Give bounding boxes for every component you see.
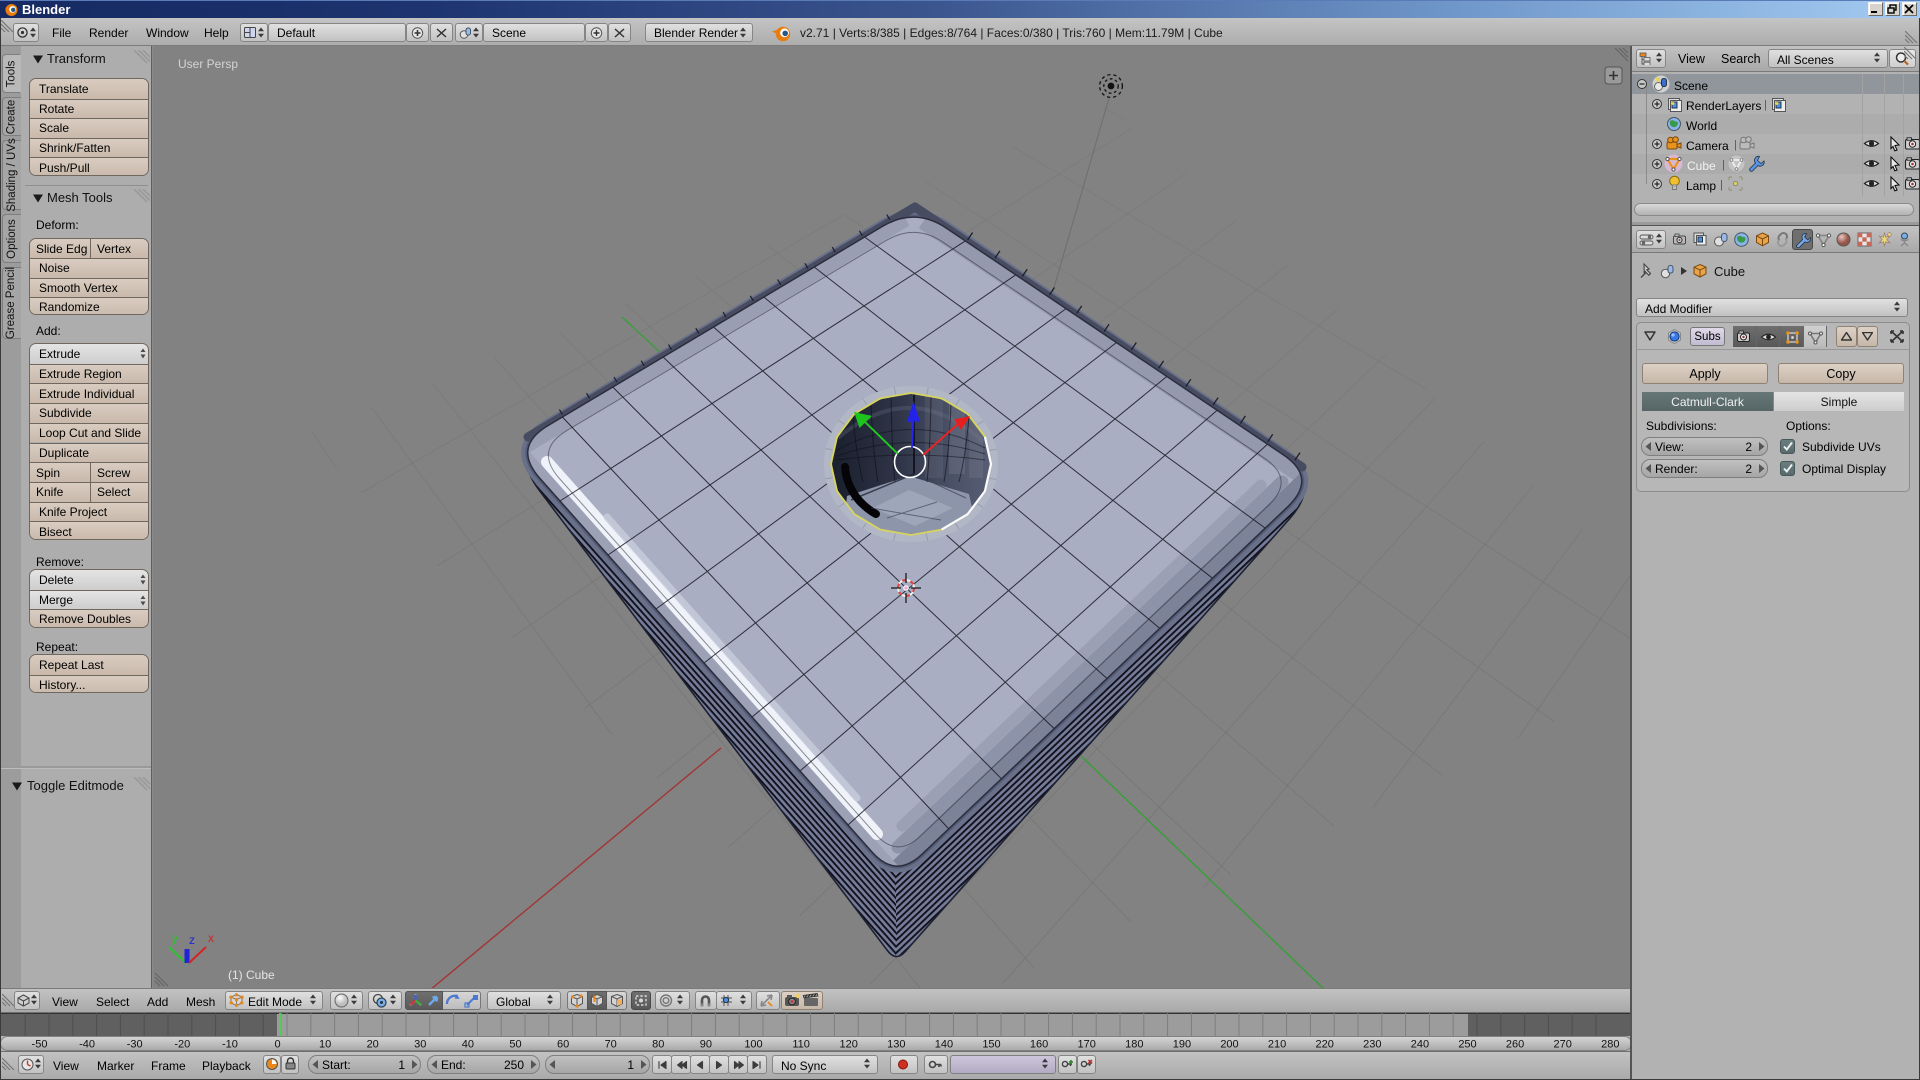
- svg-text:50: 50: [509, 1039, 521, 1051]
- svg-text:-50: -50: [32, 1039, 48, 1051]
- svg-text:z: z: [189, 933, 195, 947]
- svg-text:-20: -20: [174, 1039, 190, 1051]
- svg-text:User Persp: User Persp: [178, 57, 238, 71]
- svg-text:260: 260: [1506, 1039, 1524, 1051]
- svg-text:-10: -10: [222, 1039, 238, 1051]
- svg-text:-40: -40: [79, 1039, 95, 1051]
- svg-text:220: 220: [1316, 1039, 1334, 1051]
- svg-text:20: 20: [367, 1039, 379, 1051]
- svg-text:10: 10: [319, 1039, 331, 1051]
- svg-text:230: 230: [1363, 1039, 1381, 1051]
- svg-text:270: 270: [1554, 1039, 1572, 1051]
- svg-text:150: 150: [982, 1039, 1000, 1051]
- svg-text:90: 90: [700, 1039, 712, 1051]
- svg-text:180: 180: [1125, 1039, 1143, 1051]
- svg-text:-30: -30: [127, 1039, 143, 1051]
- svg-text:240: 240: [1411, 1039, 1429, 1051]
- svg-text:60: 60: [557, 1039, 569, 1051]
- svg-text:80: 80: [652, 1039, 664, 1051]
- svg-text:200: 200: [1220, 1039, 1238, 1051]
- svg-text:120: 120: [840, 1039, 858, 1051]
- svg-text:0: 0: [274, 1039, 280, 1051]
- svg-text:30: 30: [414, 1039, 426, 1051]
- svg-text:y: y: [172, 931, 178, 945]
- svg-text:190: 190: [1173, 1039, 1191, 1051]
- svg-text:170: 170: [1078, 1039, 1096, 1051]
- svg-text:140: 140: [935, 1039, 953, 1051]
- svg-text:160: 160: [1030, 1039, 1048, 1051]
- svg-text:40: 40: [462, 1039, 474, 1051]
- svg-text:100: 100: [744, 1039, 762, 1051]
- svg-text:70: 70: [605, 1039, 617, 1051]
- svg-text:210: 210: [1268, 1039, 1286, 1051]
- svg-text:(1) Cube: (1) Cube: [228, 968, 275, 982]
- svg-text:250: 250: [1458, 1039, 1476, 1051]
- svg-text:x: x: [208, 931, 214, 945]
- svg-text:110: 110: [792, 1039, 810, 1051]
- svg-text:130: 130: [887, 1039, 905, 1051]
- svg-text:280: 280: [1601, 1039, 1619, 1051]
